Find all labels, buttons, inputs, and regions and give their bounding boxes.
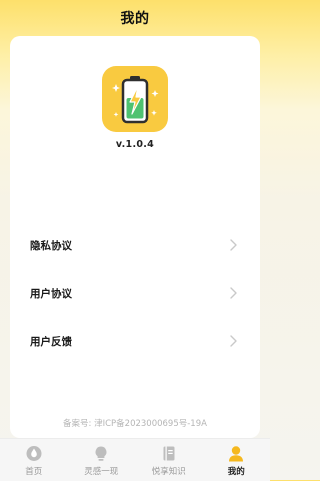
chevron-right-icon [230,287,237,299]
tab-mine[interactable]: 我的 [203,439,271,481]
app-icon [102,66,168,132]
top-bar: 我的 [0,0,270,36]
app-version: v.1.0.4 [115,139,155,150]
book-icon [163,446,175,461]
tab-knowledge[interactable]: 悦享知识 [135,439,203,481]
bottom-tab-bar: 首页 灵感一现 悦享知识 我的 [0,438,270,481]
menu-item-label: 隐私协议 [30,240,72,252]
tab-home[interactable]: 首页 [0,439,68,481]
lightbulb-icon [95,446,107,461]
tab-label: 我的 [227,467,245,477]
profile-card: v.1.0.4 隐私协议 用户协议 用户反馈 备案号: 津ICP备2023000… [10,36,260,438]
page-title: 我的 [120,11,150,27]
menu-item-label: 用户协议 [30,288,72,300]
home-drop-icon [26,446,42,461]
chevron-right-icon [230,239,237,251]
icp-record-text[interactable]: 备案号: 津ICP备2023000695号-19A [10,417,260,429]
menu-item-privacy-policy[interactable]: 隐私协议 [10,230,260,260]
menu-item-label: 用户反馈 [30,336,72,348]
tab-label: 首页 [25,467,43,477]
tab-label: 悦享知识 [151,467,186,477]
battery-charging-icon [112,76,159,124]
user-icon [229,446,244,462]
menu-item-user-agreement[interactable]: 用户协议 [10,278,260,308]
tab-inspiration[interactable]: 灵感一现 [68,439,136,481]
tab-label: 灵感一现 [84,467,119,477]
menu-item-user-feedback[interactable]: 用户反馈 [10,326,260,356]
chevron-right-icon [230,335,237,347]
